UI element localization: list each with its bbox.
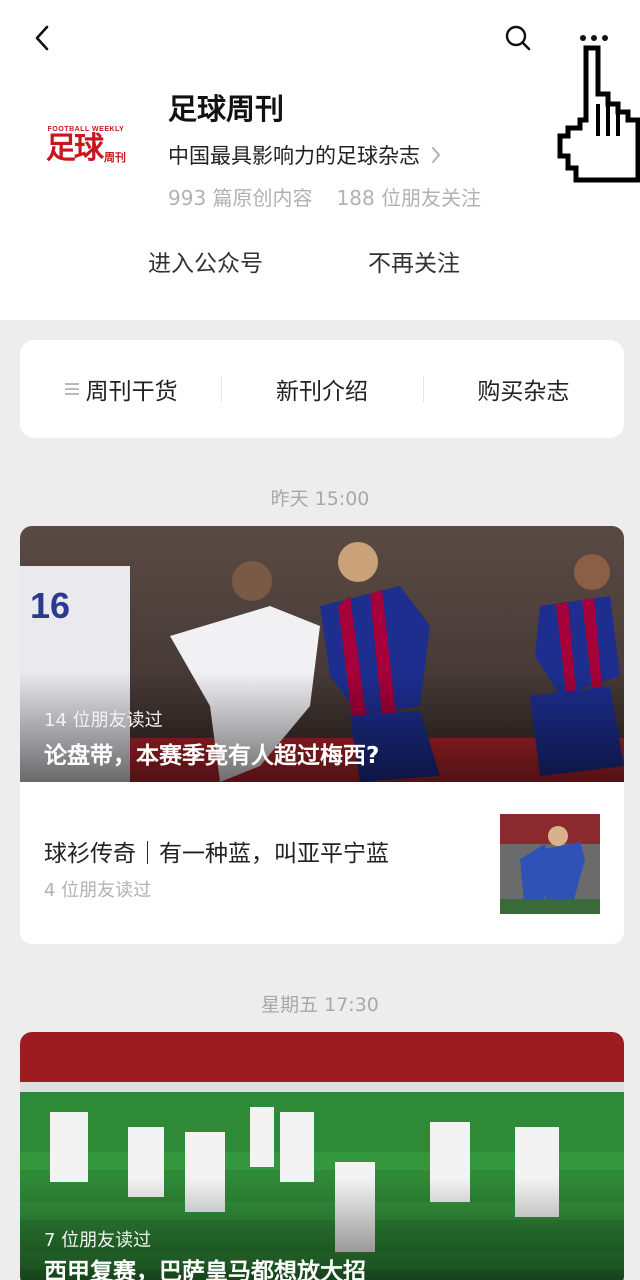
main-article-readers: 14 位朋友读过 [44,710,163,731]
account-description-link[interactable]: 中国最具影响力的足球杂志 [168,140,442,170]
logo-wordmark-main: 足球 [46,130,104,166]
friends-following: 188 位朋友关注 [336,186,482,210]
article-group-card: 16 14 位朋友读过 论盘带，本赛季竟有人超过梅西? 球衫传奇｜有一种蓝，叫亚… [20,526,624,944]
article-group-card: 7 位朋友读过 西甲复赛，巴萨皇马都想放大招 [20,1032,624,1280]
menu-item-weekly-highlights[interactable]: 周刊干货 [20,340,221,438]
account-description: 中国最具影响力的足球杂志 [168,144,420,168]
logo-wordmark-small: 周刊 [104,150,126,164]
main-article-readers: 7 位朋友读过 [44,1230,152,1251]
sub-article-readers: 4 位朋友读过 [44,880,152,901]
sub-article[interactable]: 球衫传奇｜有一种蓝，叫亚平宁蓝 4 位朋友读过 [20,782,624,944]
feed-timestamp: 星期五 17:30 [261,994,379,1016]
enter-account-button[interactable]: 进入公众号 [148,244,263,278]
account-stats: 993 篇原创内容 188 位朋友关注 [168,182,481,211]
back-button[interactable] [22,18,62,58]
chevron-left-icon [35,25,49,51]
menu-item-label: 周刊干货 [85,379,178,405]
menu-item-label: 新刊介绍 [275,379,368,405]
chevron-right-icon [432,147,440,163]
hand-pointer-icon [557,45,640,183]
main-article[interactable]: 16 14 位朋友读过 论盘带，本赛季竟有人超过梅西? [20,526,624,782]
main-article[interactable]: 7 位朋友读过 西甲复赛，巴萨皇马都想放大招 [20,1032,624,1280]
search-button[interactable] [498,18,538,58]
account-menu-bar: 周刊干货 新刊介绍 购买杂志 [20,340,624,438]
menu-item-buy-magazine[interactable]: 购买杂志 [422,340,624,438]
feed-timestamp: 昨天 15:00 [270,488,370,510]
list-icon [64,383,79,395]
original-count: 993 篇原创内容 [168,186,313,210]
search-icon [505,25,531,51]
menu-item-label: 购买杂志 [477,379,570,405]
unfollow-button[interactable]: 不再关注 [368,244,460,278]
main-article-title: 西甲复赛，巴萨皇马都想放大招 [44,1259,366,1280]
svg-text:16: 16 [30,585,70,626]
menu-item-new-issue[interactable]: 新刊介绍 [221,340,422,438]
sub-article-thumbnail [500,814,600,914]
account-name: 足球周刊 [168,92,285,126]
account-profile-card: FOOTBALL WEEKLY 足球 周刊 足球周刊 中国最具影响力的足球杂志 … [0,0,640,320]
sub-article-title: 球衫传奇｜有一种蓝，叫亚平宁蓝 [44,841,389,867]
main-article-title: 论盘带，本赛季竟有人超过梅西? [44,743,380,769]
account-logo: FOOTBALL WEEKLY 足球 周刊 [42,112,130,178]
